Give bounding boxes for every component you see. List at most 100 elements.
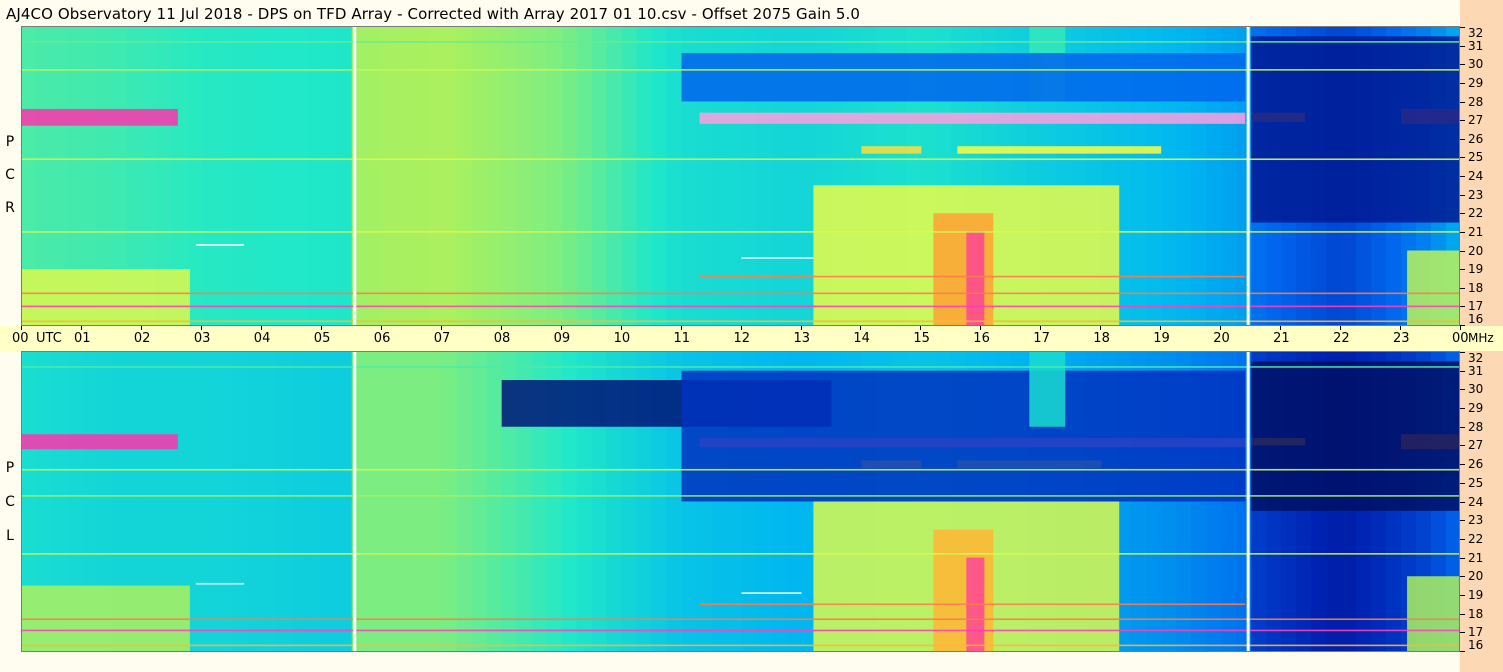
frequency-tick-label: 20 (1468, 243, 1484, 258)
time-tick (1040, 326, 1042, 330)
rcp-spectrogram (22, 27, 1459, 325)
time-tick-label: 16 (973, 331, 990, 346)
background-cell (666, 27, 683, 325)
frequency-tick (1460, 138, 1465, 140)
time-tick-label: 19 (1153, 331, 1170, 346)
background-cell (306, 352, 323, 651)
time-tick-label: 18 (1093, 331, 1110, 346)
background-cell (426, 27, 443, 325)
background-cell (531, 27, 548, 325)
frequency-tick-label: 19 (1468, 587, 1484, 602)
time-tick (81, 326, 82, 330)
interference-line (22, 158, 1459, 161)
background-cell (321, 352, 338, 651)
frequency-tick (1460, 651, 1465, 652)
frequency-tick-label: 25 (1468, 150, 1484, 165)
interference-line (22, 305, 1459, 308)
polarization-letter: C (5, 167, 15, 183)
frequency-tick-label: 24 (1468, 169, 1484, 183)
background-cell (261, 352, 278, 651)
background-cell (291, 352, 308, 651)
frequency-tick (1460, 594, 1465, 596)
frequency-tick (1460, 231, 1465, 233)
background-cell (321, 27, 338, 325)
emission-band (681, 53, 1246, 102)
frequency-tick (1460, 370, 1465, 372)
background-cell (411, 27, 428, 325)
interference-line (195, 244, 244, 246)
time-tick (1280, 326, 1282, 330)
interference-line (22, 292, 1459, 295)
time-tick (740, 326, 742, 330)
frequency-tick-label: 18 (1468, 280, 1484, 295)
interference-line (22, 618, 1459, 621)
background-cell (486, 352, 503, 651)
interference-line (22, 41, 1459, 43)
time-tick (800, 326, 802, 330)
background-cell (336, 352, 353, 651)
lcp-spectrogram-panel (21, 351, 1460, 652)
frequency-tick-label: 27 (1468, 438, 1484, 453)
frequency-tick (1460, 501, 1465, 503)
time-tick-label: 14 (853, 331, 870, 346)
rcp-spectrogram-panel (21, 26, 1460, 326)
frequency-tick-label: 16 (1468, 312, 1484, 326)
time-tick (1220, 326, 1222, 330)
interference-line (22, 231, 1459, 233)
frequency-tick (1460, 325, 1465, 326)
emission-band (1251, 36, 1459, 223)
chart-title: AJ4CO Observatory 11 Jul 2018 - DPS on T… (6, 5, 860, 23)
background-cell (396, 27, 413, 325)
frequency-tick (1460, 389, 1465, 391)
background-cell (276, 27, 293, 325)
background-cell (366, 27, 383, 325)
time-tick-label: 00 (1452, 331, 1469, 346)
interference-line (195, 582, 244, 585)
background-cell (216, 27, 233, 325)
emission-band (22, 585, 190, 651)
frequency-tick (1460, 613, 1465, 615)
emission-band (933, 213, 994, 325)
time-tick (200, 326, 202, 330)
time-tick-label: 15 (913, 331, 930, 346)
emission-band (1029, 352, 1066, 427)
frequency-tick-label: 21 (1468, 224, 1484, 239)
background-cell (471, 27, 488, 325)
interference-line (22, 366, 1459, 368)
background-cell (501, 27, 518, 325)
frequency-tick-label: 30 (1468, 57, 1484, 72)
background-cell (216, 352, 233, 651)
frequency-tick (1460, 306, 1465, 308)
time-tick (1460, 326, 1461, 330)
emission-band (699, 112, 1246, 124)
emission-band (957, 146, 1162, 154)
frequency-tick-label: 18 (1468, 606, 1484, 621)
interference-line (699, 275, 1246, 278)
time-tick (680, 326, 682, 330)
time-tick (140, 326, 142, 330)
background-cell (561, 27, 578, 325)
background-cell (261, 27, 278, 325)
time-tick (560, 326, 562, 330)
frequency-tick (1460, 120, 1465, 122)
frequency-tick-label: 22 (1468, 206, 1484, 221)
time-tick (620, 326, 622, 330)
time-tick (320, 326, 322, 330)
frequency-tick-label: 30 (1468, 382, 1484, 397)
background-cell (381, 352, 398, 651)
frequency-tick-label: 22 (1468, 531, 1484, 546)
frequency-tick (1460, 538, 1465, 540)
background-cell (426, 352, 443, 651)
frequency-tick (1460, 194, 1465, 196)
frequency-tick-label: 17 (1468, 625, 1484, 640)
background-cell (621, 27, 638, 325)
emission-band (1407, 250, 1459, 325)
time-tick (260, 326, 262, 330)
background-cell (651, 27, 668, 325)
frequency-tick-label: 29 (1468, 75, 1484, 90)
background-cell (306, 27, 323, 325)
background-cell (471, 352, 488, 651)
interference-line (699, 603, 1246, 606)
background-cell (456, 27, 473, 325)
frequency-tick-label: 27 (1468, 113, 1484, 128)
